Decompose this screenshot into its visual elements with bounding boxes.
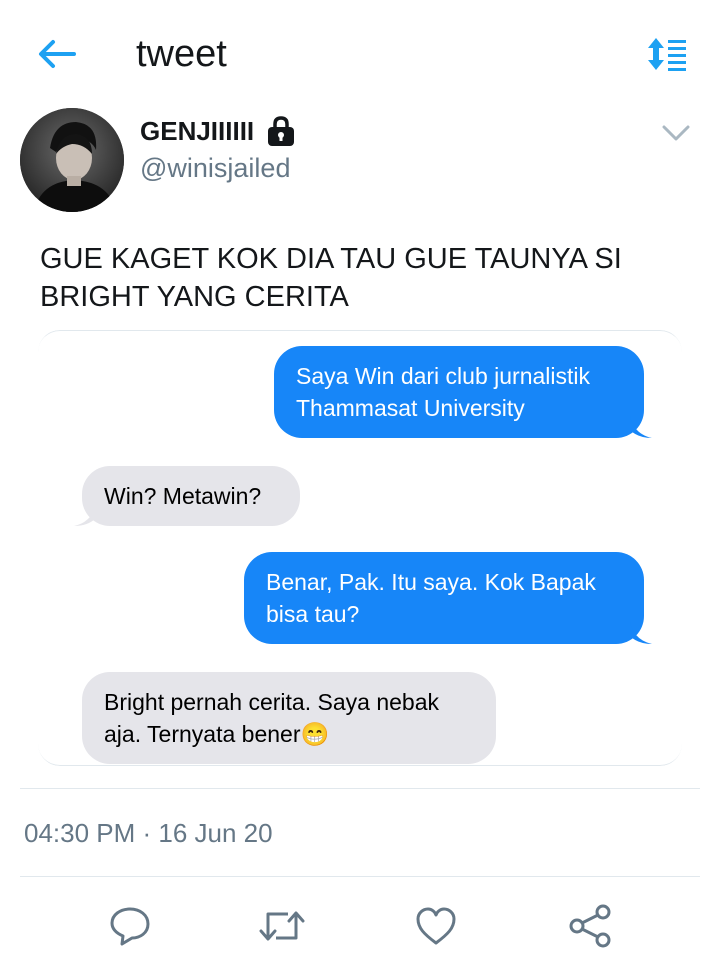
share-button[interactable] xyxy=(566,902,614,950)
chevron-down-icon xyxy=(662,125,690,141)
page-title: tweet xyxy=(136,33,227,75)
tweet-media-image[interactable]: Saya Win dari club jurnalistik Thammasat… xyxy=(38,330,682,766)
chat-message-text: Win? Metawin? xyxy=(104,483,262,509)
author-name-text: GENJIIIIII xyxy=(140,116,255,146)
divider xyxy=(20,788,700,789)
retweet-button[interactable] xyxy=(258,902,306,950)
share-icon xyxy=(569,904,611,948)
heart-icon xyxy=(416,907,456,945)
profile-photo xyxy=(20,108,124,212)
chat-bubble-received: Win? Metawin? xyxy=(74,466,300,526)
sort-toggle-icon xyxy=(648,38,686,71)
tweet-action-bar xyxy=(0,896,720,956)
reply-icon xyxy=(110,907,150,946)
chat-message-text: Saya Win dari club jurnalistik Thammasat… xyxy=(296,363,591,421)
back-arrow-icon xyxy=(39,40,76,68)
top-bar: tweet xyxy=(0,0,720,108)
chat-message-text: Benar, Pak. Itu saya. Kok Bapak bisa tau… xyxy=(266,569,596,627)
more-options-button[interactable] xyxy=(656,116,696,150)
divider xyxy=(20,876,700,877)
tweet-text: GUE KAGET KOK DIA TAU GUE TAUNYA SI BRIG… xyxy=(40,243,622,313)
bubble-tail xyxy=(630,416,652,438)
bubble-tail xyxy=(630,622,652,644)
chat-bubble-received: Bright pernah cerita. Saya nebak aja. Te… xyxy=(82,672,496,764)
author-handle: @winisjailed xyxy=(140,153,291,183)
reply-button[interactable] xyxy=(106,902,154,950)
chat-bubble-sent: Saya Win dari club jurnalistik Thammasat… xyxy=(274,346,652,438)
chat-message-text: Bright pernah cerita. Saya nebak aja. Te… xyxy=(104,689,439,747)
tweet-timestamp: 04:30 PM · 16 Jun 20 xyxy=(24,818,273,848)
avatar[interactable] xyxy=(20,108,124,212)
like-button[interactable] xyxy=(412,902,460,950)
chat-bubble-sent: Benar, Pak. Itu saya. Kok Bapak bisa tau… xyxy=(244,552,652,644)
retweet-icon xyxy=(259,911,305,941)
author-name[interactable]: GENJIIIIII xyxy=(140,114,298,148)
sort-toggle-button[interactable] xyxy=(644,32,692,76)
back-button[interactable] xyxy=(34,34,78,74)
bubble-tail xyxy=(74,504,96,526)
lock-icon xyxy=(264,114,298,148)
